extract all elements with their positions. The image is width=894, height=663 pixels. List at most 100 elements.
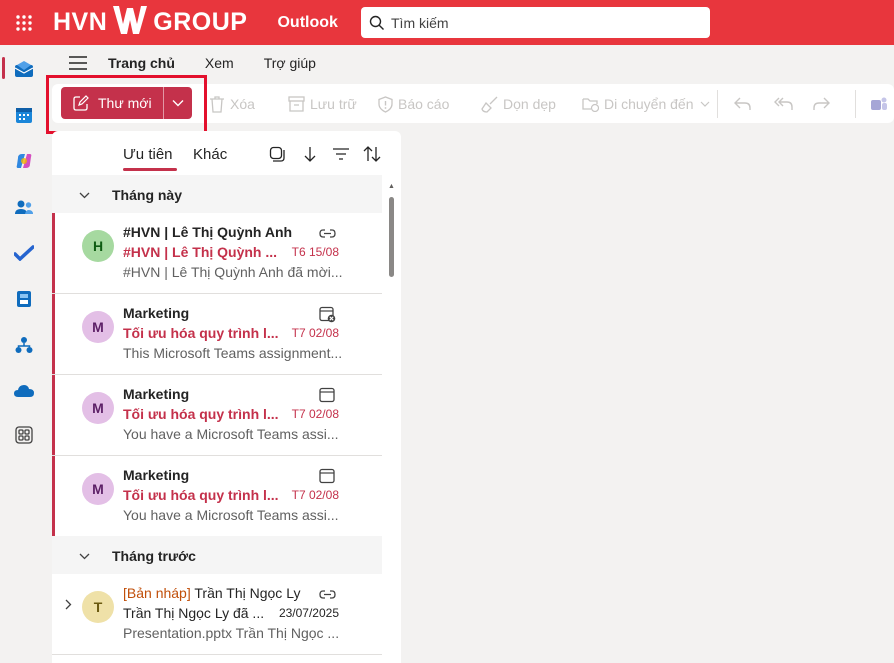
reply-all-icon [774, 97, 793, 110]
mail-list-pane: Ưu tiên Khác ▲ Tháng này H #HVN | Lê Thị… [52, 131, 401, 663]
sort-icon[interactable] [363, 145, 381, 163]
mail-preview: You have a Microsoft Teams assi... [123, 426, 339, 442]
calendar-icon[interactable] [12, 103, 36, 127]
mail-sender: Marketing [123, 467, 190, 483]
forward-button[interactable] [813, 94, 835, 114]
tab-view[interactable]: Xem [205, 55, 234, 71]
brand-right-text: GROUP [153, 8, 248, 36]
app-name[interactable]: Outlook [277, 14, 337, 32]
link-icon [318, 225, 336, 241]
chevron-down-icon [700, 101, 709, 107]
archive-icon [288, 96, 305, 112]
mail-preview: You have a Microsoft Teams assi... [123, 507, 339, 523]
mail-subject: Tối ưu hóa quy trình l... [123, 487, 279, 503]
jump-to-icon[interactable] [301, 145, 319, 163]
reading-pane [401, 131, 894, 663]
delete-button[interactable]: Xóa [209, 94, 255, 114]
calendar-icon [318, 387, 336, 403]
search-input[interactable]: Tìm kiếm [361, 7, 710, 38]
group-name: Tháng này [112, 187, 183, 203]
mail-sender: [Bản nháp] Trần Thị Ngọc Ly [123, 585, 300, 601]
avatar: M [82, 473, 114, 505]
tab-home[interactable]: Trang chủ [108, 55, 175, 71]
link-icon [318, 586, 336, 602]
search-icon [369, 15, 384, 30]
list-item[interactable]: H #HVN | Lê Thị Quỳnh Anh #HVN | Lê Thị … [52, 213, 382, 294]
avatar: H [82, 230, 114, 262]
mail-subject: Tối ưu hóa quy trình l... [123, 406, 279, 422]
list-item[interactable]: M Marketing Tối ưu hóa quy trình l... T7… [52, 294, 382, 375]
group-header-this-month[interactable]: Tháng này [52, 175, 382, 215]
teams-share-button[interactable] [870, 94, 893, 114]
onedrive-icon[interactable] [12, 379, 36, 403]
highlight-box [46, 75, 207, 134]
trash-icon [210, 95, 224, 113]
mail-icon[interactable] [12, 57, 36, 81]
mail-date: T6 15/08 [291, 245, 339, 259]
report-button[interactable]: Báo cáo [378, 94, 449, 114]
tab-focused[interactable]: Ưu tiên [123, 146, 173, 163]
ribbon-divider [717, 90, 718, 118]
app-launcher-icon[interactable] [0, 0, 47, 45]
logo-mark-icon [111, 2, 149, 43]
mail-date: T7 02/08 [291, 326, 339, 340]
mail-date: 23/07/2025 [278, 606, 339, 620]
archive-label: Lưu trữ [310, 96, 357, 112]
group-name: Tháng trước [112, 548, 196, 564]
app-rail [0, 45, 48, 663]
mail-preview: This Microsoft Teams assignment... [123, 345, 343, 361]
todo-icon[interactable] [12, 241, 36, 265]
mail-date: T7 02/08 [291, 407, 339, 421]
org-explorer-icon[interactable] [12, 333, 36, 357]
reply-button[interactable] [734, 94, 756, 114]
calendar-icon [318, 468, 336, 484]
group-header-last-month[interactable]: Tháng trước [52, 536, 382, 576]
scroll-thumb[interactable] [389, 197, 394, 277]
bookings-icon[interactable] [12, 287, 36, 311]
avatar: T [82, 591, 114, 623]
calendar-cancel-icon [318, 306, 336, 322]
list-item[interactable]: M Marketing Tối ưu hóa quy trình l... T7… [52, 375, 382, 456]
scroll-up-arrow-icon[interactable]: ▲ [388, 183, 395, 190]
hamburger-menu-icon[interactable] [48, 56, 108, 70]
people-icon[interactable] [12, 195, 36, 219]
chevron-down-icon [52, 192, 100, 199]
list-item[interactable]: M Marketing Tối ưu hóa quy trình l... T7… [52, 456, 382, 537]
list-item-draft[interactable]: T [Bản nháp] Trần Thị Ngọc Ly Trần Thị N… [52, 574, 382, 655]
draft-sender-name: Trần Thị Ngọc Ly [194, 585, 301, 601]
sweep-label: Dọn dẹp [503, 96, 556, 112]
sweep-button[interactable]: Dọn dẹp [481, 94, 556, 114]
folder-move-icon [582, 98, 599, 112]
reply-icon [734, 97, 751, 110]
brand-left-text: HVN [53, 8, 108, 36]
mail-subject: #HVN | Lê Thị Quỳnh ... [123, 244, 278, 260]
copilot-icon[interactable] [12, 149, 36, 173]
brand-logo[interactable]: HVN GROUP [53, 0, 247, 45]
more-apps-icon[interactable] [12, 423, 36, 447]
archive-button[interactable]: Lưu trữ [288, 94, 357, 114]
delete-label: Xóa [230, 96, 255, 112]
mail-list-header: Ưu tiên Khác [52, 131, 401, 173]
teams-icon [871, 97, 887, 110]
broom-icon [481, 96, 498, 113]
search-placeholder: Tìm kiếm [391, 14, 449, 31]
rail-active-indicator [2, 57, 5, 79]
mail-preview: Presentation.pptx Trần Thị Ngọc ... [123, 625, 340, 641]
filter-icon[interactable] [332, 145, 350, 163]
move-to-button[interactable]: Di chuyển đến [582, 94, 715, 114]
mail-date: T7 02/08 [291, 488, 339, 502]
shield-alert-icon [378, 95, 393, 113]
chevron-down-icon [52, 553, 100, 560]
focused-underline [123, 168, 177, 171]
select-mode-icon[interactable] [268, 145, 286, 163]
chevron-right-icon[interactable] [65, 597, 72, 613]
move-to-label: Di chuyển đến [604, 96, 694, 112]
tab-other[interactable]: Khác [193, 146, 227, 163]
mail-subject: Tối ưu hóa quy trình l... [123, 325, 279, 341]
ribbon-divider [855, 90, 856, 118]
reply-all-button[interactable] [774, 94, 798, 114]
top-bar: HVN GROUP Outlook Tìm kiếm [0, 0, 894, 45]
tab-help[interactable]: Trợ giúp [264, 55, 316, 71]
scrollbar[interactable]: ▲ [385, 183, 395, 663]
mail-subject: Trần Thị Ngọc Ly đã ... [123, 605, 265, 621]
